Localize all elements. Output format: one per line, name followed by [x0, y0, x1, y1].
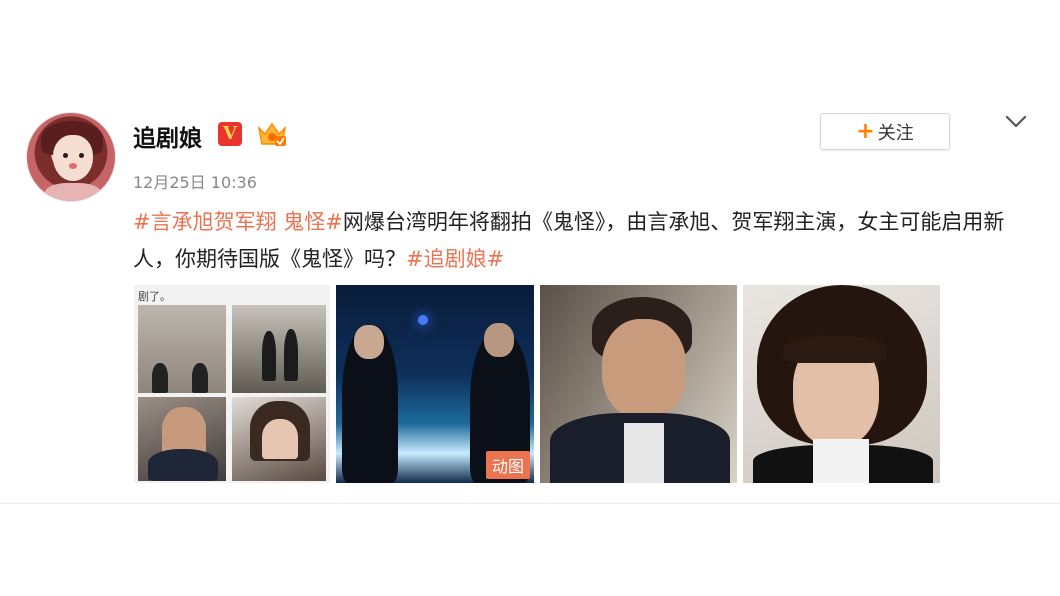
collage-cell	[138, 305, 226, 393]
gif-badge: 动图	[485, 451, 530, 479]
follow-label: 关注	[877, 122, 914, 144]
verified-v-icon: V	[218, 122, 242, 146]
follow-button[interactable]: + 关注	[820, 113, 950, 150]
divider	[0, 503, 1060, 504]
collage-cell	[138, 397, 226, 481]
post-image-3[interactable]	[540, 285, 737, 483]
plus-icon: +	[856, 118, 875, 144]
avatar-eye-right	[79, 153, 84, 158]
vip-crown-icon	[257, 122, 287, 146]
post-image-4[interactable]	[743, 285, 940, 483]
chevron-down-icon[interactable]	[1004, 112, 1028, 132]
avatar[interactable]	[26, 112, 116, 202]
collage-cell	[232, 397, 326, 481]
post-image-collage[interactable]: 剧了。	[134, 285, 330, 483]
avatar-face	[53, 135, 93, 181]
weibo-post: 追剧娘 V 12月25日 10:36 + 关注 #言承旭贺军翔 鬼怪#网爆台湾明…	[0, 0, 1060, 596]
user-name[interactable]: 追剧娘	[133, 119, 202, 153]
topic-link[interactable]: #追剧娘#	[406, 247, 504, 271]
post-text: #言承旭贺军翔 鬼怪#网爆台湾明年将翻拍《鬼怪》，由言承旭、贺军翔主演，女主可能…	[133, 204, 1033, 278]
post-timestamp[interactable]: 12月25日 10:36	[133, 169, 257, 193]
topic-link[interactable]: #言承旭贺军翔 鬼怪#	[133, 210, 343, 234]
avatar-collar	[45, 183, 101, 201]
avatar-eye-left	[63, 153, 68, 158]
collage-caption: 剧了。	[138, 290, 171, 303]
avatar-nose	[69, 163, 77, 169]
post-image-2[interactable]: 动图	[336, 285, 534, 483]
collage-cell	[232, 305, 326, 393]
